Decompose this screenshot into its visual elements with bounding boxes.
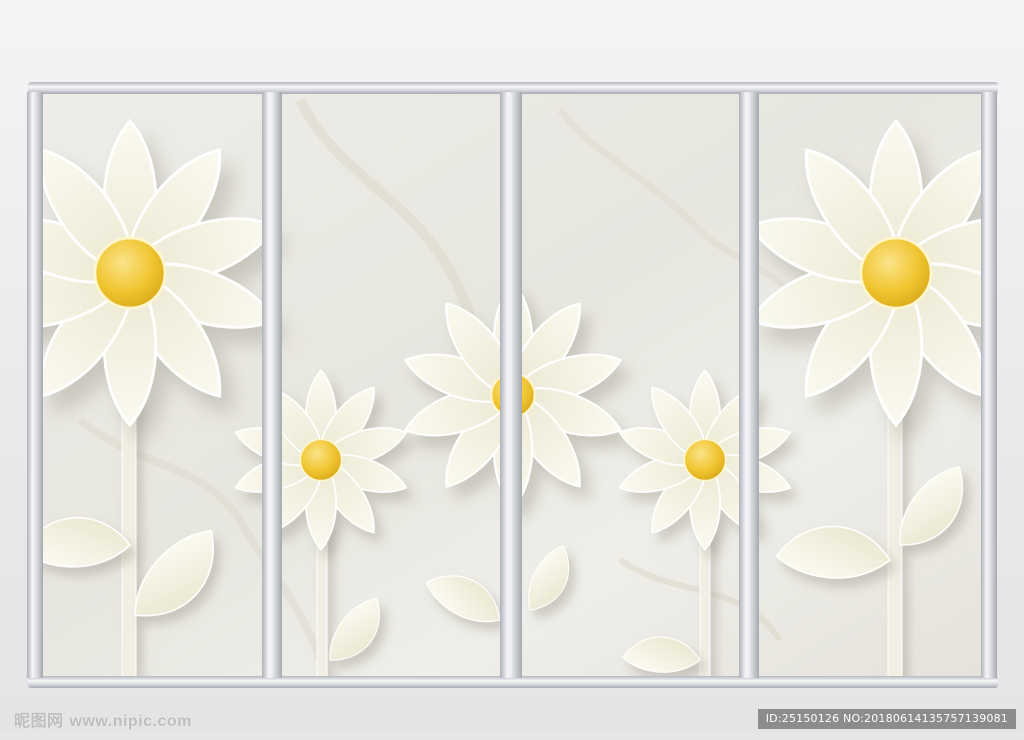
frame-left-bar bbox=[27, 92, 43, 678]
mural-frame bbox=[0, 0, 1024, 740]
watermark-logo: 昵图网 bbox=[14, 711, 64, 730]
watermark-image-id: ID:25150126 NO:20180614135757139081 bbox=[757, 709, 1016, 729]
watermark-url: www.nipic.com bbox=[69, 713, 192, 730]
frame-right-bar bbox=[981, 92, 997, 678]
watermark-site: 昵图网 www.nipic.com bbox=[14, 707, 192, 731]
bottom-strip bbox=[0, 732, 1024, 740]
